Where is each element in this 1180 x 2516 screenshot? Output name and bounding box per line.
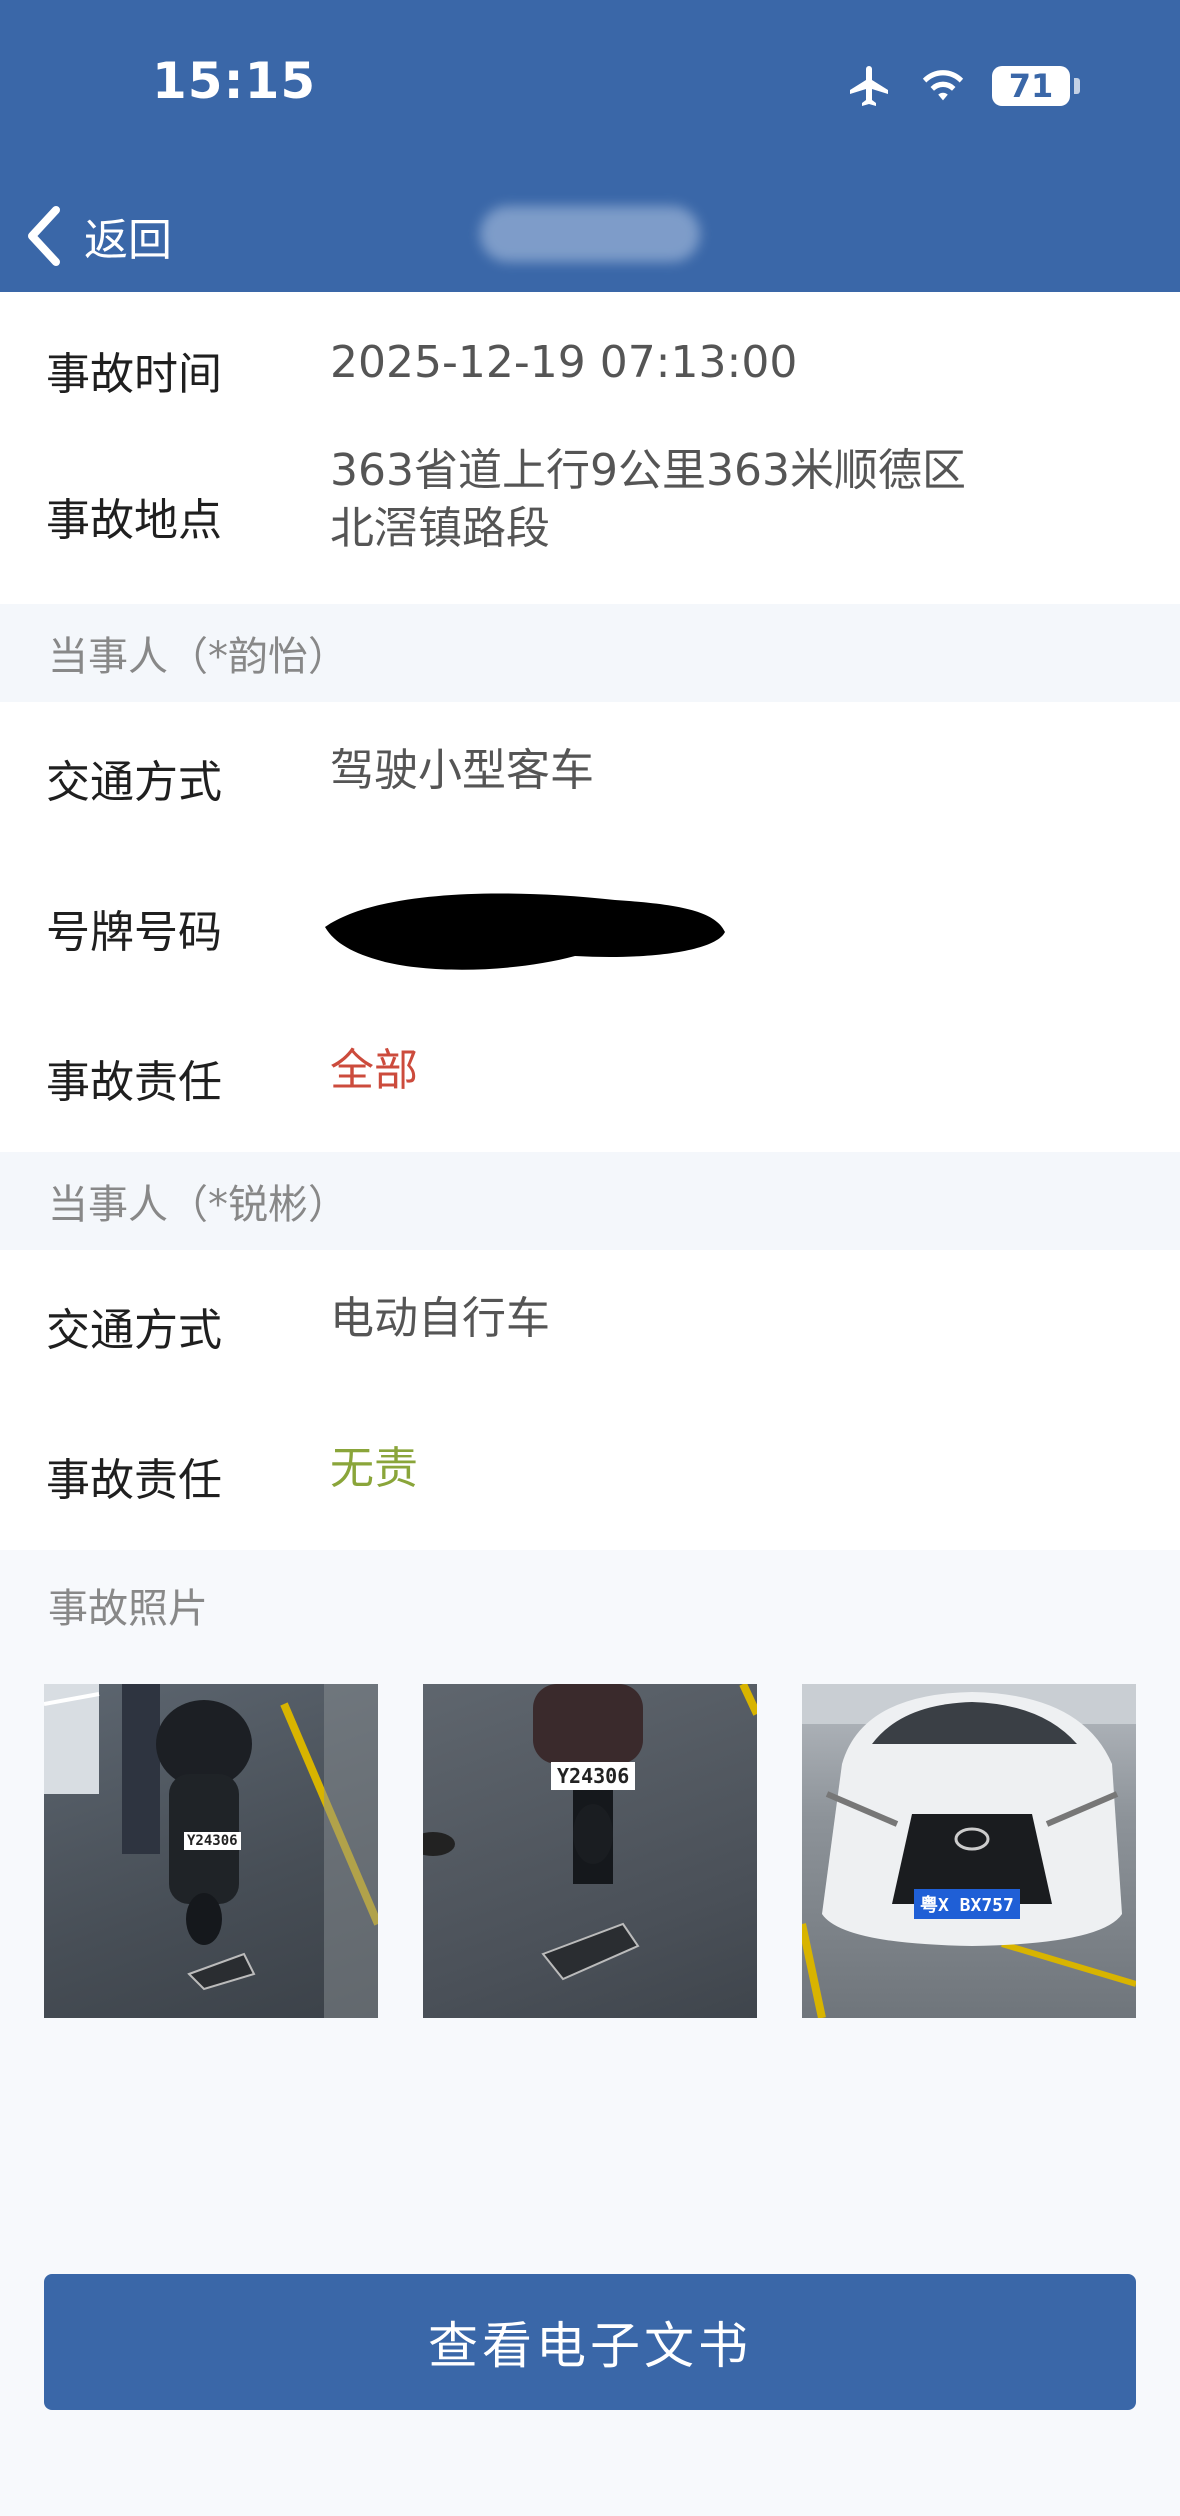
- accident-photo-3[interactable]: 粤X BX757: [802, 1684, 1136, 2018]
- accident-time-label: 事故时间: [46, 349, 222, 400]
- nav-bar: 返回: [0, 180, 1180, 292]
- party2-header: 当事人（*锐彬）: [0, 1152, 1180, 1250]
- plate-redaction-scribble: [325, 893, 725, 970]
- party1-mode-row: 交通方式 驾驶小型客车: [0, 702, 1180, 852]
- photo-2-plate: Y24306: [551, 1762, 636, 1790]
- wifi-icon: [922, 70, 964, 101]
- party1-liability-label: 事故责任: [46, 1057, 222, 1108]
- photos-header: 事故照片: [0, 1550, 1180, 1660]
- party2-mode-row: 交通方式 电动自行车: [0, 1250, 1180, 1400]
- accident-location-row: 事故地点 363省道上行9公里363米顺德区 北滘镇路段: [0, 442, 1180, 604]
- accident-location-value: 363省道上行9公里363米顺德区 北滘镇路段: [330, 442, 1110, 604]
- accident-time-value: 2025-12-19 07:13:00: [330, 337, 798, 388]
- battery-icon: 71: [992, 66, 1070, 106]
- page-title-blurred: [480, 206, 700, 262]
- accident-time-row: 事故时间 2025-12-19 07:13:00: [0, 292, 1180, 442]
- back-label: 返回: [84, 215, 172, 266]
- party1-liability-value: 全部: [330, 1045, 418, 1096]
- battery-tip: [1074, 78, 1080, 94]
- status-time: 15:15: [152, 52, 317, 110]
- party2-mode-value: 电动自行车: [330, 1293, 550, 1344]
- view-e-document-button[interactable]: 查看电子文书: [44, 2274, 1136, 2410]
- party2-mode-label: 交通方式: [46, 1305, 222, 1356]
- accident-location-line2: 北滘镇路段: [330, 503, 550, 554]
- accident-location-line1: 363省道上行9公里363米顺德区: [330, 445, 966, 496]
- party1-plate-row: 号牌号码: [0, 852, 1180, 1002]
- photo-3-plate: 粤X BX757: [914, 1889, 1020, 1919]
- car-front-illustration: [802, 1684, 1136, 2018]
- status-icons: 71: [846, 62, 1080, 110]
- chevron-left-icon: [28, 206, 60, 266]
- scooter-plate-illustration: [423, 1684, 757, 1981]
- party2-liability-row: 事故责任 无责: [0, 1400, 1180, 1550]
- party1-mode-value: 驾驶小型客车: [330, 745, 594, 796]
- party1-mode-label: 交通方式: [46, 757, 222, 808]
- back-button[interactable]: 返回: [24, 190, 172, 282]
- accident-detail: 事故时间 2025-12-19 07:13:00 事故地点 363省道上行9公里…: [0, 292, 1180, 2018]
- scooter-rear-illustration: [44, 1684, 378, 2018]
- airplane-icon: [850, 66, 888, 106]
- status-bar: 15:15 71: [0, 0, 1180, 180]
- party1-header: 当事人（*韵怡）: [0, 604, 1180, 702]
- party2-liability-value: 无责: [330, 1443, 418, 1494]
- accident-photo-2[interactable]: Y24306: [423, 1684, 757, 2018]
- accident-location-label: 事故地点: [46, 495, 222, 546]
- party1-liability-row: 事故责任 全部: [0, 1002, 1180, 1152]
- party1-plate-label: 号牌号码: [46, 907, 222, 958]
- photo-grid: Y24306 Y24306 粤X BX757: [0, 1660, 1180, 2018]
- party2-liability-label: 事故责任: [46, 1455, 222, 1506]
- accident-photo-1[interactable]: Y24306: [44, 1684, 378, 2018]
- photo-1-plate: Y24306: [184, 1832, 241, 1850]
